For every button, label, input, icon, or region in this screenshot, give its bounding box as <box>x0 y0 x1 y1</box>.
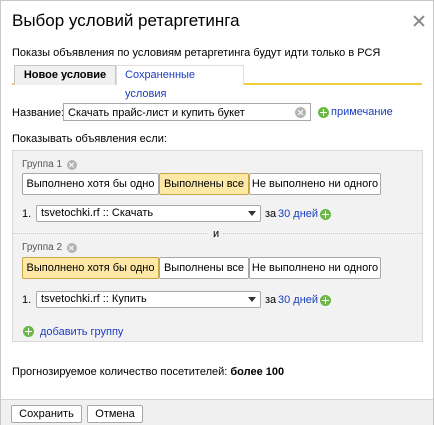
group-label: Группа 1 <box>22 159 63 170</box>
segment-none[interactable]: Не выполнено ни одного <box>249 173 381 195</box>
group-label: Группа 2 <box>22 242 63 253</box>
goal-select[interactable]: tsvetochki.rf :: Купить <box>36 291 261 308</box>
for-label: за <box>265 208 277 220</box>
name-label: Название: <box>12 107 65 119</box>
save-button[interactable]: Сохранить <box>11 405 82 423</box>
plus-icon[interactable] <box>318 107 329 118</box>
add-group-link[interactable]: добавить группу <box>40 326 123 338</box>
clear-icon[interactable] <box>295 107 306 118</box>
goal-select-value: tsvetochki.rf :: Скачать <box>41 207 154 219</box>
tab-new-condition[interactable]: Новое условие <box>14 65 116 85</box>
plus-icon[interactable] <box>320 295 331 306</box>
segment-at-least-one[interactable]: Выполнено хотя бы одно <box>22 173 159 195</box>
remove-group-icon[interactable] <box>67 243 77 253</box>
tab-saved-conditions[interactable]: Сохраненные условия <box>116 65 244 100</box>
dialog-subtitle: Показы объявления по условиям ретаргетин… <box>12 47 381 59</box>
retargeting-dialog: Выбор условий ретаргетинга Показы объявл… <box>0 0 434 425</box>
segment-at-least-one[interactable]: Выполнено хотя бы одно <box>22 257 159 279</box>
for-label: за <box>265 294 277 306</box>
dialog-title: Выбор условий ретаргетинга <box>12 11 240 30</box>
goal-select[interactable]: tsvetochki.rf :: Скачать <box>36 205 261 222</box>
name-input[interactable] <box>63 103 311 121</box>
condition-index: 1. <box>22 208 32 220</box>
forecast-label: Прогнозируемое количество посетителей: <box>12 366 228 378</box>
plus-icon[interactable] <box>320 209 331 220</box>
forecast-text: Прогнозируемое количество посетителей: б… <box>12 366 284 378</box>
dropdown-arrow-icon <box>248 211 256 216</box>
add-group-plus-icon[interactable] <box>23 326 34 337</box>
tab-bar: Новое условие Сохраненные условия <box>12 65 422 100</box>
days-link[interactable]: 30 дней <box>278 208 318 220</box>
remove-group-icon[interactable] <box>67 160 77 170</box>
dropdown-arrow-icon <box>248 297 256 302</box>
and-label: и <box>209 228 224 240</box>
conditions-panel: Группа 1 Выполнено хотя бы одно Выполнен… <box>12 150 423 342</box>
days-link[interactable]: 30 дней <box>278 294 318 306</box>
close-icon[interactable] <box>413 15 425 27</box>
note-link[interactable]: примечание <box>331 106 393 118</box>
segment-all[interactable]: Выполнены все <box>159 173 249 195</box>
condition-index: 1. <box>22 294 32 306</box>
segment-none[interactable]: Не выполнено ни одного <box>249 257 381 279</box>
dialog-footer: Сохранить Отмена <box>1 399 433 425</box>
cancel-button[interactable]: Отмена <box>87 405 143 423</box>
goal-select-value: tsvetochki.rf :: Купить <box>41 293 147 305</box>
segment-all[interactable]: Выполнены все <box>159 257 249 279</box>
forecast-value: более 100 <box>230 366 285 378</box>
show-if-label: Показывать объявления если: <box>12 133 167 145</box>
